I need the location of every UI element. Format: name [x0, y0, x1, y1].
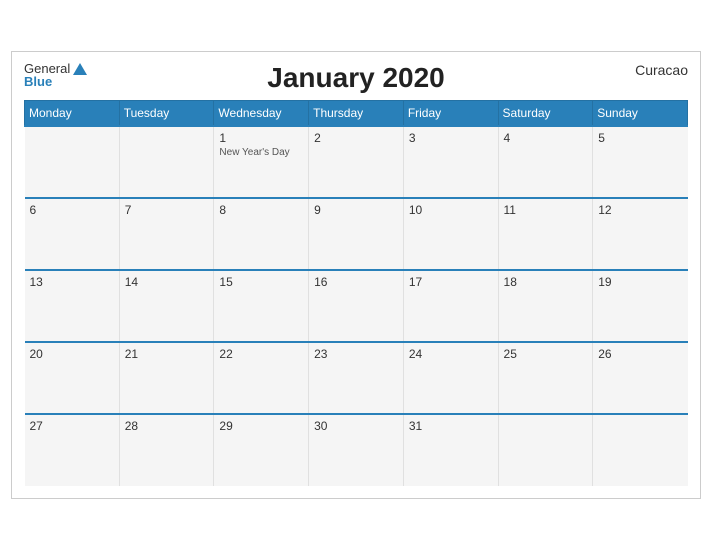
calendar-day-cell: 11 — [498, 198, 593, 270]
calendar-week-row: 13 14 15 16 17 18 19 — [25, 270, 688, 342]
day-number: 25 — [504, 347, 588, 361]
calendar-day-cell: 26 — [593, 342, 688, 414]
day-number: 30 — [314, 419, 398, 433]
day-number: 4 — [504, 131, 588, 145]
calendar-day-cell: 7 — [119, 198, 214, 270]
calendar-day-cell — [25, 126, 120, 198]
calendar-day-cell: 1 New Year's Day — [214, 126, 309, 198]
logo-triangle-icon — [73, 63, 87, 75]
calendar-week-row: 27 28 29 30 31 — [25, 414, 688, 486]
calendar-week-row: 20 21 22 23 24 25 26 — [25, 342, 688, 414]
day-number: 2 — [314, 131, 398, 145]
calendar-day-cell: 31 — [403, 414, 498, 486]
day-number: 26 — [598, 347, 682, 361]
weekday-header-wednesday: Wednesday — [214, 101, 309, 127]
day-number: 19 — [598, 275, 682, 289]
calendar-day-cell: 8 — [214, 198, 309, 270]
calendar-day-cell: 28 — [119, 414, 214, 486]
day-number: 1 — [219, 131, 303, 145]
logo-blue-text: Blue — [24, 75, 52, 88]
calendar-day-cell: 19 — [593, 270, 688, 342]
day-event: New Year's Day — [219, 147, 303, 158]
calendar-day-cell: 16 — [309, 270, 404, 342]
calendar-day-cell: 10 — [403, 198, 498, 270]
calendar-container: General Blue January 2020 Curacao Monday… — [11, 51, 701, 499]
day-number: 16 — [314, 275, 398, 289]
calendar-week-row: 1 New Year's Day 2345 — [25, 126, 688, 198]
day-number: 11 — [504, 203, 588, 217]
calendar-week-row: 6789 10 11 12 — [25, 198, 688, 270]
calendar-day-cell: 15 — [214, 270, 309, 342]
day-number: 15 — [219, 275, 303, 289]
day-number: 6 — [30, 203, 114, 217]
calendar-day-cell: 12 — [593, 198, 688, 270]
day-number: 17 — [409, 275, 493, 289]
day-number: 8 — [219, 203, 303, 217]
calendar-day-cell: 2 — [309, 126, 404, 198]
logo: General Blue — [24, 62, 87, 88]
calendar-day-cell: 23 — [309, 342, 404, 414]
weekday-header-thursday: Thursday — [309, 101, 404, 127]
day-number: 22 — [219, 347, 303, 361]
calendar-body: 1New Year's Day2345678910111213141516171… — [25, 126, 688, 486]
weekday-header-monday: Monday — [25, 101, 120, 127]
day-number: 27 — [30, 419, 114, 433]
day-number: 14 — [125, 275, 209, 289]
calendar-day-cell — [119, 126, 214, 198]
calendar-day-cell: 21 — [119, 342, 214, 414]
weekday-header-saturday: Saturday — [498, 101, 593, 127]
day-number: 7 — [125, 203, 209, 217]
weekday-header-row: MondayTuesdayWednesdayThursdayFridaySatu… — [25, 101, 688, 127]
calendar-day-cell: 30 — [309, 414, 404, 486]
calendar-day-cell: 22 — [214, 342, 309, 414]
calendar-day-cell: 14 — [119, 270, 214, 342]
weekday-header-friday: Friday — [403, 101, 498, 127]
day-number: 24 — [409, 347, 493, 361]
calendar-day-cell: 6 — [25, 198, 120, 270]
calendar-day-cell: 3 — [403, 126, 498, 198]
calendar-day-cell: 4 — [498, 126, 593, 198]
weekday-header-sunday: Sunday — [593, 101, 688, 127]
day-number: 23 — [314, 347, 398, 361]
day-number: 12 — [598, 203, 682, 217]
country-label: Curacao — [635, 62, 688, 78]
calendar-day-cell: 29 — [214, 414, 309, 486]
day-number: 21 — [125, 347, 209, 361]
day-number: 18 — [504, 275, 588, 289]
calendar-day-cell: 18 — [498, 270, 593, 342]
calendar-day-cell: 27 — [25, 414, 120, 486]
calendar-day-cell — [593, 414, 688, 486]
day-number: 5 — [598, 131, 682, 145]
weekday-header-tuesday: Tuesday — [119, 101, 214, 127]
day-number: 20 — [30, 347, 114, 361]
calendar-table: MondayTuesdayWednesdayThursdayFridaySatu… — [24, 100, 688, 486]
calendar-day-cell: 20 — [25, 342, 120, 414]
day-number: 29 — [219, 419, 303, 433]
calendar-day-cell — [498, 414, 593, 486]
calendar-header: General Blue January 2020 Curacao — [24, 62, 688, 94]
calendar-day-cell: 24 — [403, 342, 498, 414]
day-number: 9 — [314, 203, 398, 217]
day-number: 13 — [30, 275, 114, 289]
day-number: 31 — [409, 419, 493, 433]
calendar-day-cell: 17 — [403, 270, 498, 342]
day-number: 3 — [409, 131, 493, 145]
calendar-day-cell: 5 — [593, 126, 688, 198]
calendar-day-cell: 25 — [498, 342, 593, 414]
calendar-day-cell: 9 — [309, 198, 404, 270]
calendar-day-cell: 13 — [25, 270, 120, 342]
day-number: 10 — [409, 203, 493, 217]
day-number: 28 — [125, 419, 209, 433]
calendar-title: January 2020 — [24, 62, 688, 94]
